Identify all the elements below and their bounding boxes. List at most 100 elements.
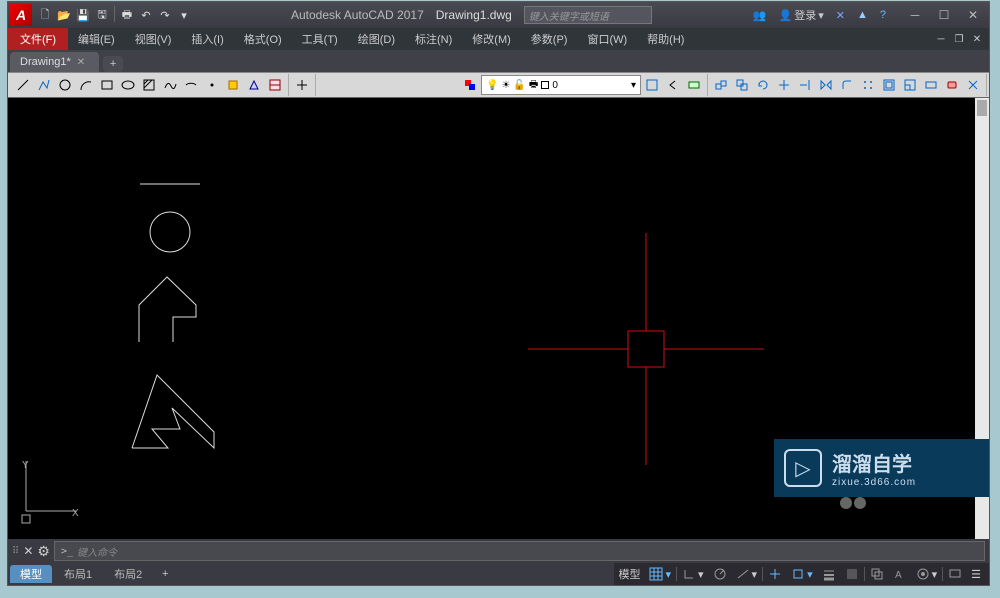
menu-window[interactable]: 窗口(W) — [577, 28, 637, 50]
tab-layout2[interactable]: 布局2 — [104, 565, 152, 583]
tool-spline-icon[interactable] — [160, 75, 180, 95]
layer-prev-icon[interactable] — [663, 75, 683, 95]
tool-explode-icon[interactable] — [963, 75, 983, 95]
tool-fillet-icon[interactable] — [837, 75, 857, 95]
tool-point-icon[interactable] — [202, 75, 222, 95]
status-customize-icon[interactable]: ☰ — [967, 565, 985, 583]
menu-bar: 文件(F) 编辑(E) 视图(V) 插入(I) 格式(O) 工具(T) 绘图(D… — [8, 28, 989, 50]
title-app-name: Autodesk AutoCAD 2017 — [291, 8, 424, 22]
tool-erase-icon[interactable] — [942, 75, 962, 95]
file-tab[interactable]: Drawing1* ✕ — [10, 52, 99, 72]
qat-new-icon[interactable]: 🗋 — [36, 6, 54, 24]
menu-help[interactable]: 帮助(H) — [637, 28, 694, 50]
doc-restore-button[interactable]: ❐ — [951, 31, 967, 47]
status-cycling-icon[interactable] — [866, 565, 888, 583]
status-lineweight-icon[interactable] — [818, 565, 840, 583]
grip-icon[interactable]: ⠿ — [12, 546, 19, 557]
viewcube-stub[interactable] — [840, 497, 866, 509]
layer-selector[interactable]: 💡 ☀ 🔓 🖶 0 ▾ — [481, 75, 641, 95]
file-tab-close-icon[interactable]: ✕ — [77, 57, 85, 68]
canvas-container: X Y — [8, 98, 989, 539]
tool-array-icon[interactable] — [858, 75, 878, 95]
search-placeholder: 键入关键字或短语 — [529, 8, 609, 23]
tab-model[interactable]: 模型 — [10, 565, 52, 583]
command-input[interactable]: >_ 键入命令 — [54, 541, 985, 561]
tool-pan-icon[interactable] — [292, 75, 312, 95]
menu-edit[interactable]: 编辑(E) — [68, 28, 125, 50]
qat-redo-icon[interactable]: ↷ — [156, 6, 174, 24]
command-placeholder: 键入命令 — [77, 544, 117, 559]
menu-format[interactable]: 格式(O) — [234, 28, 292, 50]
status-transparency-icon[interactable] — [841, 565, 863, 583]
tool-mirror-icon[interactable] — [816, 75, 836, 95]
status-isodraft-icon[interactable]: ▾ — [732, 565, 762, 583]
infocenter-icon[interactable]: 👥 — [750, 9, 770, 22]
cmdline-options-icon[interactable]: ⚙ — [37, 543, 50, 560]
menu-dimension[interactable]: 标注(N) — [405, 28, 462, 50]
qat-plot-icon[interactable]: 🖶 — [118, 6, 136, 24]
tool-block-icon[interactable] — [223, 75, 243, 95]
tool-line-icon[interactable] — [13, 75, 33, 95]
menu-insert[interactable]: 插入(I) — [181, 28, 233, 50]
layer-manager-icon[interactable] — [460, 75, 480, 95]
tool-region-icon[interactable] — [244, 75, 264, 95]
qat-save-icon[interactable]: 💾 — [74, 6, 92, 24]
menu-draw[interactable]: 绘图(D) — [348, 28, 405, 50]
tool-hatch-icon[interactable] — [139, 75, 159, 95]
status-osnap-icon[interactable] — [764, 565, 786, 583]
tool-move-icon[interactable] — [711, 75, 731, 95]
close-button[interactable]: ✕ — [959, 5, 987, 25]
app-window: A 🗋 📂 💾 🖫 🖶 ↶ ↷ ▾ Autodesk AutoCAD 2017 … — [7, 1, 990, 586]
tool-rect-icon[interactable] — [97, 75, 117, 95]
tool-extend-icon[interactable] — [795, 75, 815, 95]
login-button[interactable]: 👤 登录 ▾ — [776, 7, 827, 23]
tab-add-button[interactable]: + — [156, 566, 174, 582]
menu-tools[interactable]: 工具(T) — [292, 28, 348, 50]
file-tab-add-button[interactable]: + — [103, 56, 123, 72]
status-osnap-settings-icon[interactable]: ▾ — [787, 565, 817, 583]
qat-undo-icon[interactable]: ↶ — [137, 6, 155, 24]
tool-arc-icon[interactable] — [76, 75, 96, 95]
maximize-button[interactable]: ☐ — [930, 5, 958, 25]
layer-state-icon[interactable] — [684, 75, 704, 95]
tool-ellipse-arc-icon[interactable] — [181, 75, 201, 95]
help-icon[interactable]: ? — [877, 9, 889, 21]
layer-match-icon[interactable] — [642, 75, 662, 95]
status-annoscale-icon[interactable]: A — [889, 565, 911, 583]
tool-copy-icon[interactable] — [732, 75, 752, 95]
tool-rotate-icon[interactable] — [753, 75, 773, 95]
tool-stretch-icon[interactable] — [921, 75, 941, 95]
status-ortho-icon[interactable]: ▾ — [678, 565, 708, 583]
cmdline-close-icon[interactable]: ✕ — [23, 544, 33, 558]
tool-circle-icon[interactable] — [55, 75, 75, 95]
tool-ellipse-icon[interactable] — [118, 75, 138, 95]
app-store-icon[interactable]: ▲ — [854, 9, 871, 21]
qat-open-icon[interactable]: 📂 — [55, 6, 73, 24]
qat-more-icon[interactable]: ▾ — [175, 6, 193, 24]
app-logo[interactable]: A — [10, 4, 32, 26]
svg-text:A: A — [895, 570, 902, 581]
scrollbar-thumb[interactable] — [977, 100, 987, 116]
exchange-icon[interactable]: ✕ — [833, 9, 848, 22]
search-input[interactable]: 键入关键字或短语 — [524, 6, 652, 24]
menu-view[interactable]: 视图(V) — [125, 28, 182, 50]
tool-polyline-icon[interactable] — [34, 75, 54, 95]
tool-offset-icon[interactable] — [879, 75, 899, 95]
menu-file[interactable]: 文件(F) — [8, 28, 68, 50]
status-grid-icon[interactable]: ▾ — [645, 565, 675, 583]
tab-layout1[interactable]: 布局1 — [54, 565, 102, 583]
status-model-label[interactable]: 模型 — [614, 565, 644, 583]
doc-close-button[interactable]: ✕ — [969, 31, 985, 47]
menu-modify[interactable]: 修改(M) — [462, 28, 521, 50]
status-workspace-icon[interactable]: ▾ — [912, 565, 942, 583]
tool-trim-icon[interactable] — [774, 75, 794, 95]
status-monitor-icon[interactable] — [944, 565, 966, 583]
doc-window-controls: ─ ❐ ✕ — [933, 31, 989, 47]
tool-scale-icon[interactable] — [900, 75, 920, 95]
minimize-button[interactable]: ─ — [901, 5, 929, 25]
tool-table-icon[interactable] — [265, 75, 285, 95]
menu-params[interactable]: 参数(P) — [521, 28, 578, 50]
qat-saveas-icon[interactable]: 🖫 — [93, 6, 111, 24]
doc-minimize-button[interactable]: ─ — [933, 31, 949, 47]
status-polar-icon[interactable] — [709, 565, 731, 583]
